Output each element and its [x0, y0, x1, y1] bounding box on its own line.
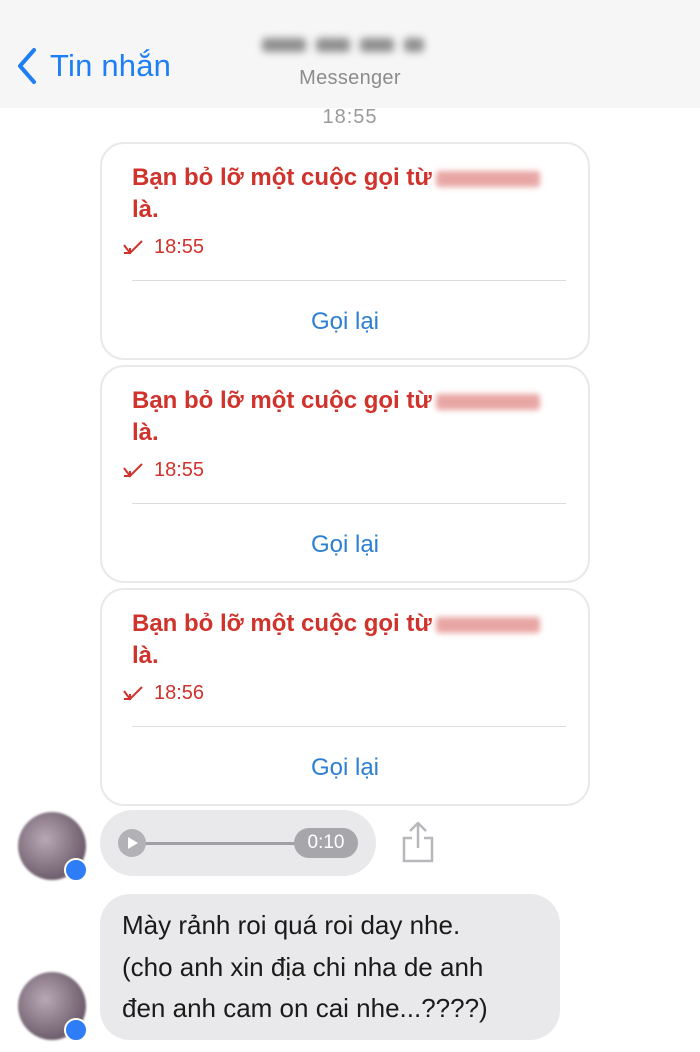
card-divider — [132, 726, 566, 727]
missed-call-card: Bạn bỏ lỡ một cuộc gọi từ là. 18:55 Gọi … — [100, 142, 590, 360]
chevron-left-icon — [18, 48, 36, 84]
card-divider — [132, 280, 566, 281]
call-back-button[interactable]: Gọi lại — [102, 531, 588, 559]
missed-call-meta: 18:56 — [122, 682, 204, 705]
message-line: đen anh cam on cai nhe...????) — [122, 993, 488, 1023]
caller-name-redacted — [435, 170, 540, 187]
share-icon[interactable] — [400, 820, 436, 864]
missed-call-time: 18:55 — [154, 459, 205, 481]
conversation-subtitle: Messenger — [299, 67, 401, 89]
navigation-header: Tin nhắn Messenger — [0, 0, 700, 108]
messenger-badge-icon — [64, 858, 88, 882]
call-back-button[interactable]: Gọi lại — [102, 754, 588, 782]
missed-call-text: Bạn bỏ lỡ một cuộc gọi từ là. — [132, 162, 572, 226]
contact-name-redacted — [262, 30, 442, 60]
missed-call-text: Bạn bỏ lỡ một cuộc gọi từ là. — [132, 385, 572, 449]
missed-call-arrow-icon — [123, 239, 143, 255]
missed-call-meta: 18:55 — [122, 236, 204, 259]
message-line: (cho anh xin địa chi nha de anh — [122, 952, 484, 982]
message-line: Mày rảnh roi quá roi day nhe. — [122, 910, 461, 940]
card-divider — [132, 503, 566, 504]
missed-call-time: 18:56 — [154, 682, 205, 704]
back-label: Tin nhắn — [50, 48, 172, 83]
missed-call-card: Bạn bỏ lỡ một cuộc gọi từ là. 18:56 Gọi … — [100, 588, 590, 806]
caller-name-redacted — [435, 616, 540, 633]
missed-call-arrow-icon — [123, 462, 143, 478]
missed-call-meta: 18:55 — [122, 459, 204, 482]
messenger-badge-icon — [64, 1018, 88, 1042]
voice-duration: 0:10 — [294, 828, 358, 858]
voice-message[interactable]: 0:10 — [100, 810, 376, 876]
play-button[interactable] — [118, 829, 146, 857]
caller-name-redacted — [435, 393, 540, 410]
play-icon — [128, 837, 138, 849]
message-bubble[interactable]: Mày rảnh roi quá roi day nhe. (cho anh x… — [100, 894, 560, 1040]
back-button[interactable]: Tin nhắn — [14, 46, 171, 86]
message-timestamp: 18:55 — [322, 106, 378, 128]
missed-call-time: 18:55 — [154, 236, 205, 258]
missed-call-text: Bạn bỏ lỡ một cuộc gọi từ là. — [132, 608, 572, 672]
missed-call-arrow-icon — [123, 685, 143, 701]
missed-call-card: Bạn bỏ lỡ một cuộc gọi từ là. 18:55 Gọi … — [100, 365, 590, 583]
call-back-button[interactable]: Gọi lại — [102, 308, 588, 336]
